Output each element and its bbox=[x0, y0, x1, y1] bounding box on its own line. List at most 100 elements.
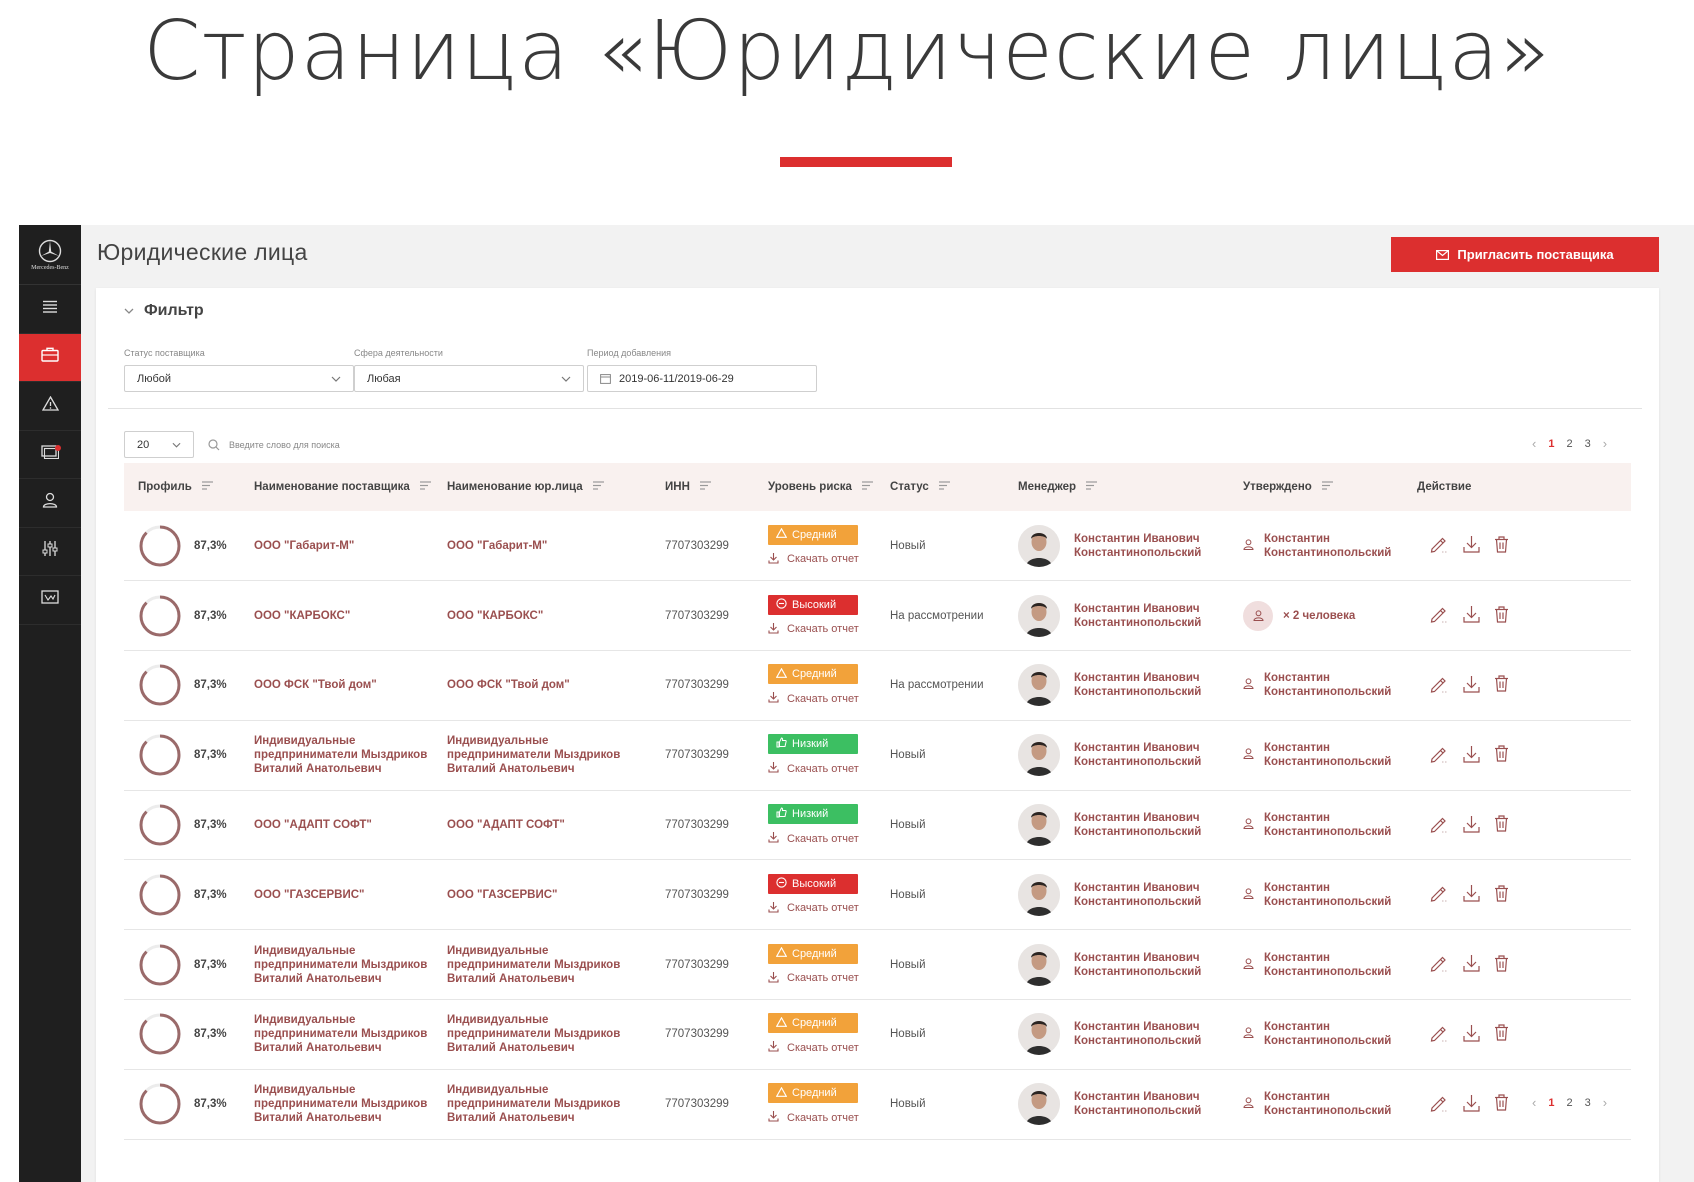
approver-name-link[interactable]: Константин Константинопольский bbox=[1264, 1020, 1403, 1048]
table-row[interactable]: 87,3% ООО "Габарит-М" ООО "Габарит-М" 77073… bbox=[124, 511, 1631, 581]
legal-entity-name-link[interactable]: Индивидуальные предприниматели Мыздриков… bbox=[447, 1013, 651, 1055]
sort-icon[interactable] bbox=[592, 481, 604, 493]
trash-icon[interactable] bbox=[1494, 815, 1509, 835]
edit-icon[interactable] bbox=[1429, 1094, 1449, 1115]
logo[interactable]: Mercedes-Benz bbox=[19, 225, 81, 285]
sidebar-item-warning[interactable] bbox=[19, 382, 81, 431]
download-icon[interactable] bbox=[1463, 884, 1480, 905]
sort-icon[interactable] bbox=[938, 481, 950, 493]
sort-icon[interactable] bbox=[861, 481, 873, 493]
edit-icon[interactable] bbox=[1429, 954, 1449, 975]
prev-page-icon[interactable]: ‹ bbox=[1532, 1095, 1536, 1110]
download-report-link[interactable]: Скачать отчет bbox=[768, 552, 876, 567]
trash-icon[interactable] bbox=[1494, 536, 1509, 556]
manager-name-link[interactable]: Константин Иванович Константинопольский bbox=[1074, 671, 1229, 699]
download-report-link[interactable]: Скачать отчет bbox=[768, 622, 876, 637]
approver-name-link[interactable]: Константин Константинопольский bbox=[1264, 951, 1403, 979]
sort-icon[interactable] bbox=[699, 481, 711, 493]
column-header[interactable]: Менеджер bbox=[1004, 463, 1229, 511]
legal-entity-name-link[interactable]: ООО "Габарит-М" bbox=[447, 539, 651, 553]
supplier-name-link[interactable]: Индивидуальные предприниматели Мыздриков… bbox=[254, 734, 433, 776]
column-header[interactable]: Профиль bbox=[124, 463, 240, 511]
table-row[interactable]: 87,3% ООО "КАРБОКС" ООО "КАРБОКС" 770730329… bbox=[124, 581, 1631, 651]
page-link[interactable]: 3 bbox=[1585, 1097, 1591, 1109]
sort-icon[interactable] bbox=[1086, 481, 1098, 493]
filter-toggle[interactable]: Фильтр bbox=[124, 302, 204, 320]
legal-entity-name-link[interactable]: Индивидуальные предприниматели Мыздриков… bbox=[447, 1083, 651, 1125]
download-icon[interactable] bbox=[1463, 675, 1480, 696]
table-row[interactable]: 87,3% Индивидуальные предприниматели Мызд… bbox=[124, 930, 1631, 1000]
trash-icon[interactable] bbox=[1494, 885, 1509, 905]
trash-icon[interactable] bbox=[1494, 1024, 1509, 1044]
legal-entity-name-link[interactable]: Индивидуальные предприниматели Мыздриков… bbox=[447, 734, 651, 776]
download-report-link[interactable]: Скачать отчет bbox=[768, 831, 876, 846]
table-row[interactable]: 87,3% Индивидуальные предприниматели Мызд… bbox=[124, 1069, 1631, 1140]
search-field[interactable]: Введите слово для поиска bbox=[208, 431, 340, 458]
trash-icon[interactable] bbox=[1494, 955, 1509, 975]
supplier-name-link[interactable]: Индивидуальные предприниматели Мыздриков… bbox=[254, 1083, 433, 1125]
supplier-name-link[interactable]: ООО "АДАПТ СОФТ" bbox=[254, 818, 433, 832]
approver-name-link[interactable]: Константин Константинопольский bbox=[1264, 811, 1403, 839]
sidebar-item-report[interactable] bbox=[19, 576, 81, 625]
page-link[interactable]: 2 bbox=[1566, 1097, 1572, 1109]
legal-entity-name-link[interactable]: ООО "ГАЗСЕРВИС" bbox=[447, 888, 651, 902]
supplier-name-link[interactable]: ООО "Габарит-М" bbox=[254, 539, 433, 553]
column-header[interactable]: Статус bbox=[876, 463, 1004, 511]
manager-name-link[interactable]: Константин Иванович Константинопольский bbox=[1074, 1090, 1229, 1118]
sidebar-item-briefcase[interactable] bbox=[19, 333, 81, 382]
table-row[interactable]: 87,3% ООО ФСК "Твой дом" ООО ФСК "Твой дом… bbox=[124, 651, 1631, 721]
period-datepicker[interactable]: 2019-06-11/2019-06-29 bbox=[587, 365, 817, 392]
table-row[interactable]: 87,3% Индивидуальные предприниматели Мызд… bbox=[124, 720, 1631, 791]
edit-icon[interactable] bbox=[1429, 745, 1449, 766]
edit-icon[interactable] bbox=[1429, 884, 1449, 905]
column-header[interactable]: Наименование юр.лица bbox=[433, 463, 651, 511]
status-select[interactable]: Любой bbox=[124, 365, 354, 392]
download-icon[interactable] bbox=[1463, 815, 1480, 836]
column-header[interactable]: Наименование поставщика bbox=[240, 463, 433, 511]
download-icon[interactable] bbox=[1463, 1094, 1480, 1115]
download-icon[interactable] bbox=[1463, 745, 1480, 766]
edit-icon[interactable] bbox=[1429, 1024, 1449, 1045]
supplier-name-link[interactable]: ООО "КАРБОКС" bbox=[254, 609, 433, 623]
download-report-link[interactable]: Скачать отчет bbox=[768, 901, 876, 916]
column-header[interactable]: Утверждено bbox=[1229, 463, 1403, 511]
sidebar-item-sliders[interactable] bbox=[19, 528, 81, 576]
manager-name-link[interactable]: Константин Иванович Константинопольский bbox=[1074, 741, 1229, 769]
legal-entity-name-link[interactable]: ООО ФСК "Твой дом" bbox=[447, 678, 651, 692]
edit-icon[interactable] bbox=[1429, 815, 1449, 836]
page-link[interactable]: 3 bbox=[1585, 438, 1591, 450]
download-icon[interactable] bbox=[1463, 605, 1480, 626]
column-header[interactable]: ИНН bbox=[651, 463, 754, 511]
sort-icon[interactable] bbox=[1321, 481, 1333, 493]
prev-page-icon[interactable]: ‹ bbox=[1532, 436, 1536, 451]
trash-icon[interactable] bbox=[1494, 745, 1509, 765]
download-icon[interactable] bbox=[1463, 535, 1480, 556]
sidebar-item-messages[interactable] bbox=[19, 431, 81, 479]
trash-icon[interactable] bbox=[1494, 606, 1509, 626]
edit-icon[interactable] bbox=[1429, 605, 1449, 626]
supplier-name-link[interactable]: ООО "ГАЗСЕРВИС" bbox=[254, 888, 433, 902]
download-report-link[interactable]: Скачать отчет bbox=[768, 691, 876, 706]
download-report-link[interactable]: Скачать отчет bbox=[768, 971, 876, 986]
supplier-name-link[interactable]: Индивидуальные предприниматели Мыздриков… bbox=[254, 1013, 433, 1055]
legal-entity-name-link[interactable]: Индивидуальные предприниматели Мыздриков… bbox=[447, 944, 651, 986]
manager-name-link[interactable]: Константин Иванович Константинопольский bbox=[1074, 602, 1229, 630]
next-page-icon[interactable]: › bbox=[1603, 1095, 1607, 1110]
table-row[interactable]: 87,3% ООО "ГАЗСЕРВИС" ООО "ГАЗСЕРВИС" 77073… bbox=[124, 860, 1631, 930]
invite-supplier-button[interactable]: Пригласить поставщика bbox=[1391, 237, 1659, 272]
page-size-select[interactable]: 20 bbox=[124, 431, 194, 458]
trash-icon[interactable] bbox=[1494, 675, 1509, 695]
edit-icon[interactable] bbox=[1429, 535, 1449, 556]
table-row[interactable]: 87,3% ООО "АДАПТ СОФТ" ООО "АДАПТ СОФТ" 770… bbox=[124, 790, 1631, 860]
download-icon[interactable] bbox=[1463, 1024, 1480, 1045]
legal-entity-name-link[interactable]: ООО "КАРБОКС" bbox=[447, 609, 651, 623]
approver-name-link[interactable]: Константин Константинопольский bbox=[1264, 1090, 1403, 1118]
legal-entity-name-link[interactable]: ООО "АДАПТ СОФТ" bbox=[447, 818, 651, 832]
manager-name-link[interactable]: Константин Иванович Константинопольский bbox=[1074, 881, 1229, 909]
download-report-link[interactable]: Скачать отчет bbox=[768, 761, 876, 776]
edit-icon[interactable] bbox=[1429, 675, 1449, 696]
manager-name-link[interactable]: Константин Иванович Константинопольский bbox=[1074, 951, 1229, 979]
sort-icon[interactable] bbox=[201, 481, 213, 493]
sidebar-item-user[interactable] bbox=[19, 479, 81, 528]
sphere-select[interactable]: Любая bbox=[354, 365, 584, 392]
